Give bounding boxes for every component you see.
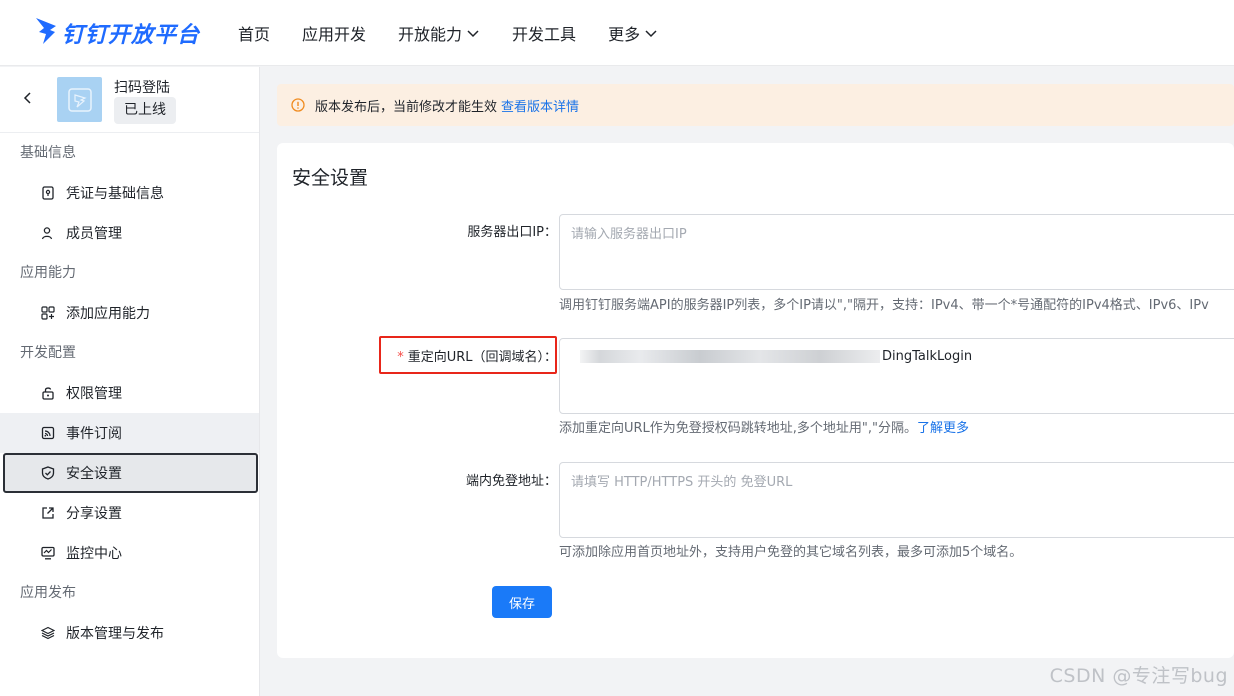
notice-text: 版本发布后，当前修改才能生效 — [315, 99, 498, 115]
section-title-basic: 基础信息 — [20, 145, 76, 161]
app-header: 扫码登陆 已上线 — [0, 67, 259, 133]
nav-item-more[interactable]: 更多 — [608, 21, 658, 45]
required-mark: * — [397, 350, 404, 365]
page-title: 安全设置 — [292, 167, 369, 189]
sso-url-field[interactable]: 请填写 HTTP/HTTPS 开头的 免登URL — [559, 462, 1234, 538]
app-placeholder-icon — [57, 77, 102, 122]
ip-field-label: 服务器出口IP： — [467, 225, 557, 240]
nav-item-dev-tools[interactable]: 开发工具 — [512, 21, 576, 45]
sidebar-item-label: 成员管理 — [66, 226, 122, 242]
nav-label: 应用开发 — [302, 24, 367, 44]
section-title-release: 应用发布 — [20, 585, 76, 601]
sidebar-item-permissions[interactable]: 权限管理 — [0, 373, 259, 413]
layers-icon — [40, 625, 56, 641]
sidebar-item-label: 分享设置 — [66, 506, 122, 522]
nav-item-open-capability[interactable]: 开放能力 — [398, 21, 480, 45]
sidebar-item-share[interactable]: 分享设置 — [0, 493, 259, 533]
nav-item-home[interactable]: 首页 — [238, 21, 270, 45]
brand-name: 钉钉开放平台 — [62, 22, 201, 48]
lock-icon — [40, 385, 56, 401]
user-icon — [40, 225, 56, 241]
sidebar: 扫码登陆 已上线 基础信息 凭证与基础信息 成员管理 应用能力 添加应用能力 开… — [0, 67, 260, 696]
brand-logo[interactable]: 钉钉开放平台 — [34, 16, 210, 50]
sidebar-item-label: 版本管理与发布 — [66, 626, 164, 642]
redirect-help-main: 添加重定向URL作为免登授权码跳转地址,多个地址用","分隔。 — [559, 421, 918, 436]
nav-label: 更多 — [608, 24, 641, 44]
sso-field-label: 端内免登地址： — [465, 474, 557, 489]
nav-label: 开发工具 — [512, 24, 577, 44]
status-badge: 已上线 — [114, 97, 176, 124]
top-nav: 钉钉开放平台 首页 应用开发 开放能力 开发工具 更多 — [0, 0, 1234, 66]
sidebar-item-version-release[interactable]: 版本管理与发布 — [0, 613, 259, 653]
chevron-down-icon — [466, 26, 480, 40]
warning-circle-icon — [291, 98, 305, 112]
save-button[interactable]: 保存 — [492, 586, 552, 618]
learn-more-link[interactable]: 了解更多 — [917, 421, 969, 436]
sidebar-item-label: 添加应用能力 — [66, 306, 150, 322]
redirect-field-label: * 重定向URL（回调域名）： — [377, 346, 557, 365]
shield-icon — [40, 465, 56, 481]
share-icon — [40, 505, 56, 521]
notice-bar: 版本发布后，当前修改才能生效 查看版本详情 — [277, 84, 1234, 126]
watermark: CSDN @专注写bug — [1049, 665, 1228, 687]
chevron-down-icon — [644, 26, 658, 40]
section-title-capability: 应用能力 — [20, 265, 76, 281]
redirect-url-field[interactable]: DingTalkLogin — [559, 338, 1234, 414]
sidebar-item-members[interactable]: 成员管理 — [0, 213, 259, 253]
redacted-value — [580, 350, 880, 363]
back-button[interactable] — [18, 90, 36, 108]
sso-placeholder: 请填写 HTTP/HTTPS 开头的 免登URL — [571, 475, 793, 490]
main-nav: 首页 应用开发 开放能力 开发工具 更多 — [238, 21, 690, 45]
view-version-link[interactable]: 查看版本详情 — [501, 96, 579, 115]
monitor-icon — [40, 545, 56, 561]
rss-icon — [40, 425, 56, 441]
ip-placeholder: 请输入服务器出口IP — [571, 227, 687, 242]
nav-label: 开放能力 — [398, 24, 463, 44]
ip-help-text: 调用钉钉服务端API的服务器IP列表，多个IP请以","隔开，支持：IPv4、带… — [559, 298, 1209, 313]
sidebar-item-add-capability[interactable]: 添加应用能力 — [0, 293, 259, 333]
security-settings-card: 安全设置 服务器出口IP： 请输入服务器出口IP 调用钉钉服务端API的服务器I… — [277, 143, 1234, 658]
sidebar-item-label: 事件订阅 — [66, 426, 122, 442]
redirect-label-text: 重定向URL（回调域名）： — [407, 350, 557, 365]
sidebar-item-event-subscription[interactable]: 事件订阅 — [0, 413, 259, 453]
redirect-url-value: DingTalkLogin — [580, 349, 972, 364]
sidebar-item-label: 监控中心 — [66, 546, 122, 562]
redirect-help-text: 添加重定向URL作为免登授权码跳转地址,多个地址用","分隔。了解更多 — [559, 417, 969, 436]
sidebar-item-security[interactable]: 安全设置 — [3, 453, 258, 493]
redirect-url-suffix: DingTalkLogin — [882, 349, 973, 364]
app-name: 扫码登陆 — [114, 80, 170, 96]
grid-add-icon — [40, 305, 56, 321]
sidebar-item-label: 安全设置 — [66, 466, 122, 482]
sidebar-item-monitor[interactable]: 监控中心 — [0, 533, 259, 573]
sidebar-item-credentials[interactable]: 凭证与基础信息 — [0, 173, 259, 213]
nav-item-app-dev[interactable]: 应用开发 — [302, 21, 366, 45]
sidebar-item-label: 凭证与基础信息 — [66, 186, 164, 202]
sidebar-item-label: 权限管理 — [66, 386, 122, 402]
dingtalk-wing-icon — [34, 16, 58, 50]
chevron-left-icon — [21, 90, 33, 109]
credential-icon — [40, 185, 56, 201]
sso-help-text: 可添加除应用首页地址外，支持用户免登的其它域名列表，最多可添加5个域名。 — [559, 545, 1023, 560]
server-ip-field[interactable]: 请输入服务器出口IP — [559, 214, 1234, 290]
nav-label: 首页 — [238, 24, 271, 44]
section-title-dev-config: 开发配置 — [20, 345, 76, 361]
